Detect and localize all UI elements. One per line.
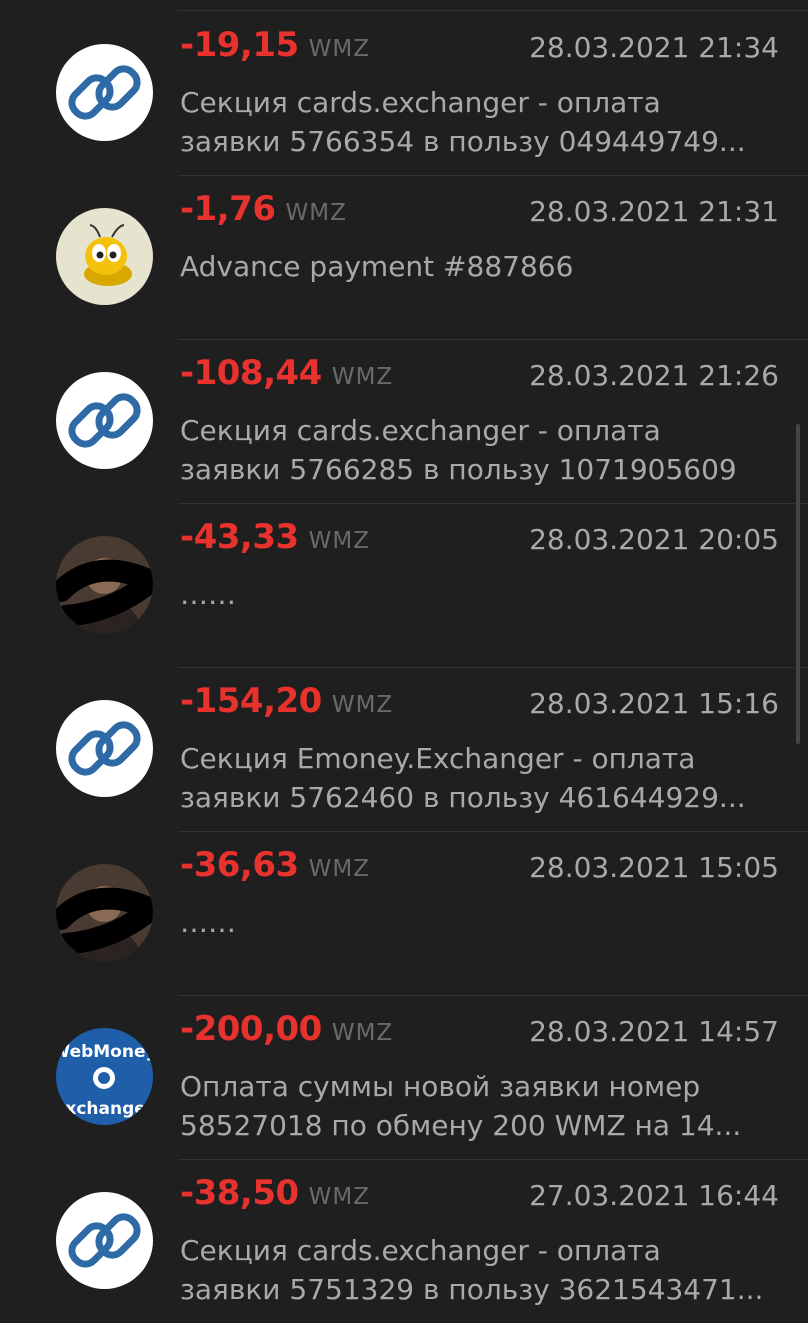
description-line-2: заявки 5766354 в пользу 049449749... [180,125,746,158]
transaction-description: Секция cards.exchanger - оплата заявки 57… [180,83,780,161]
description-line-1: Оплата суммы новой заявки номер [180,1070,701,1103]
amount-value: -200,00 [180,1009,322,1049]
transaction-date: 28.03.2021 20:05 [529,523,779,556]
description-line-2: 58527018 по обмену 200 WMZ на 14... [180,1109,742,1142]
exchanger-logo-text: exchanger [56,1099,153,1119]
currency-label: WMZ [308,1184,370,1210]
transaction-amount: -200,00 WMZ [180,1009,393,1049]
divider [178,175,808,176]
transaction-description: Секция Emoney.Exchanger - оплата заявки 5… [180,739,780,817]
transaction-row[interactable]: WebMoney exchanger -200,00 WMZ 28.03.2021 14… [0,995,808,1159]
currency-label: WMZ [308,856,370,882]
transaction-date: 27.03.2021 16:44 [529,1179,779,1212]
transaction-row[interactable]: -38,50 WMZ 27.03.2021 16:44 Секция cards.ex… [0,1159,808,1323]
webmoney-exchanger-logo: WebMoney exchanger [56,1028,153,1125]
divider [178,503,808,504]
divider [178,1159,808,1160]
description-line-1: Секция cards.exchanger - оплата [180,414,661,447]
exchanger-link-icon [56,372,153,469]
transaction-description: Секция cards.exchanger - оплата заявки 57… [180,1231,780,1309]
transaction-amount: -1,76 WMZ [180,189,347,229]
transaction-description: …… [180,903,780,942]
transaction-row[interactable]: -154,20 WMZ 28.03.2021 15:16 Секция Emoney.… [0,667,808,831]
transaction-date: 28.03.2021 15:16 [529,687,779,720]
transaction-amount: -38,50 WMZ [180,1173,370,1213]
transaction-amount: -36,63 WMZ [180,845,370,885]
transaction-date: 28.03.2021 21:26 [529,359,779,392]
exchanger-link-icon [56,1192,153,1289]
transaction-row[interactable]: -19,15 WMZ 28.03.2021 21:34 Секция cards.ex… [0,11,808,175]
transaction-description: Advance payment #887866 [180,247,780,286]
description-line-2: заявки 5766285 в пользу 1071905609 [180,453,737,486]
exchanger-link-icon [56,44,153,141]
transaction-amount: -43,33 WMZ [180,517,370,557]
transaction-description: …… [180,575,780,614]
description-line-1: …… [180,578,236,611]
amount-value: -108,44 [180,353,322,393]
currency-label: WMZ [331,364,394,390]
transaction-date: 28.03.2021 15:05 [529,851,779,884]
user-avatar-photo [56,536,153,633]
transaction-row[interactable]: -1,76 WMZ 28.03.2021 21:31 Advance payment … [0,175,808,339]
exchanger-link-icon [56,700,153,797]
transaction-description: Оплата суммы новой заявки номер 58527018 … [180,1067,780,1145]
divider [178,339,808,340]
currency-label: WMZ [308,36,370,62]
transaction-description: Секция cards.exchanger - оплата заявки 57… [180,411,780,489]
amount-value: -38,50 [180,1173,299,1213]
description-line-2: заявки 5751329 в пользу 3621543471... [180,1273,764,1306]
user-avatar-photo [56,864,153,961]
transaction-amount: -154,20 WMZ [180,681,393,721]
scrollbar[interactable] [796,424,800,744]
description-line-1: Advance payment #887866 [180,250,574,283]
currency-label: WMZ [331,692,394,718]
transaction-row[interactable]: -108,44 WMZ 28.03.2021 21:26 Секция cards.e… [0,339,808,503]
amount-value: -36,63 [180,845,299,885]
description-line-1: Секция Emoney.Exchanger - оплата [180,742,696,775]
transaction-date: 28.03.2021 14:57 [529,1015,779,1048]
transaction-row[interactable]: -43,33 WMZ 28.03.2021 20:05 …… [0,503,808,667]
amount-value: -1,76 [180,189,276,229]
description-line-1: …… [180,906,236,939]
transaction-amount: -19,15 WMZ [180,25,370,65]
divider [178,667,808,668]
description-line-1: Секция cards.exchanger - оплата [180,1234,661,1267]
divider [178,995,808,996]
transaction-date: 28.03.2021 21:34 [529,31,779,64]
description-line-1: Секция cards.exchanger - оплата [180,86,661,119]
description-line-2: заявки 5762460 в пользу 461644929... [180,781,746,814]
amount-value: -19,15 [180,25,299,65]
currency-label: WMZ [308,528,370,554]
webmoney-logo-text: WebMoney [56,1042,153,1062]
amount-value: -43,33 [180,517,299,557]
amount-value: -154,20 [180,681,322,721]
currency-label: WMZ [331,1020,394,1046]
transaction-amount: -108,44 WMZ [180,353,393,393]
transaction-date: 28.03.2021 21:31 [529,195,779,228]
divider [178,831,808,832]
transaction-row[interactable]: -36,63 WMZ 28.03.2021 15:05 …… [0,831,808,995]
currency-label: WMZ [285,200,347,226]
bee-icon [56,208,153,305]
